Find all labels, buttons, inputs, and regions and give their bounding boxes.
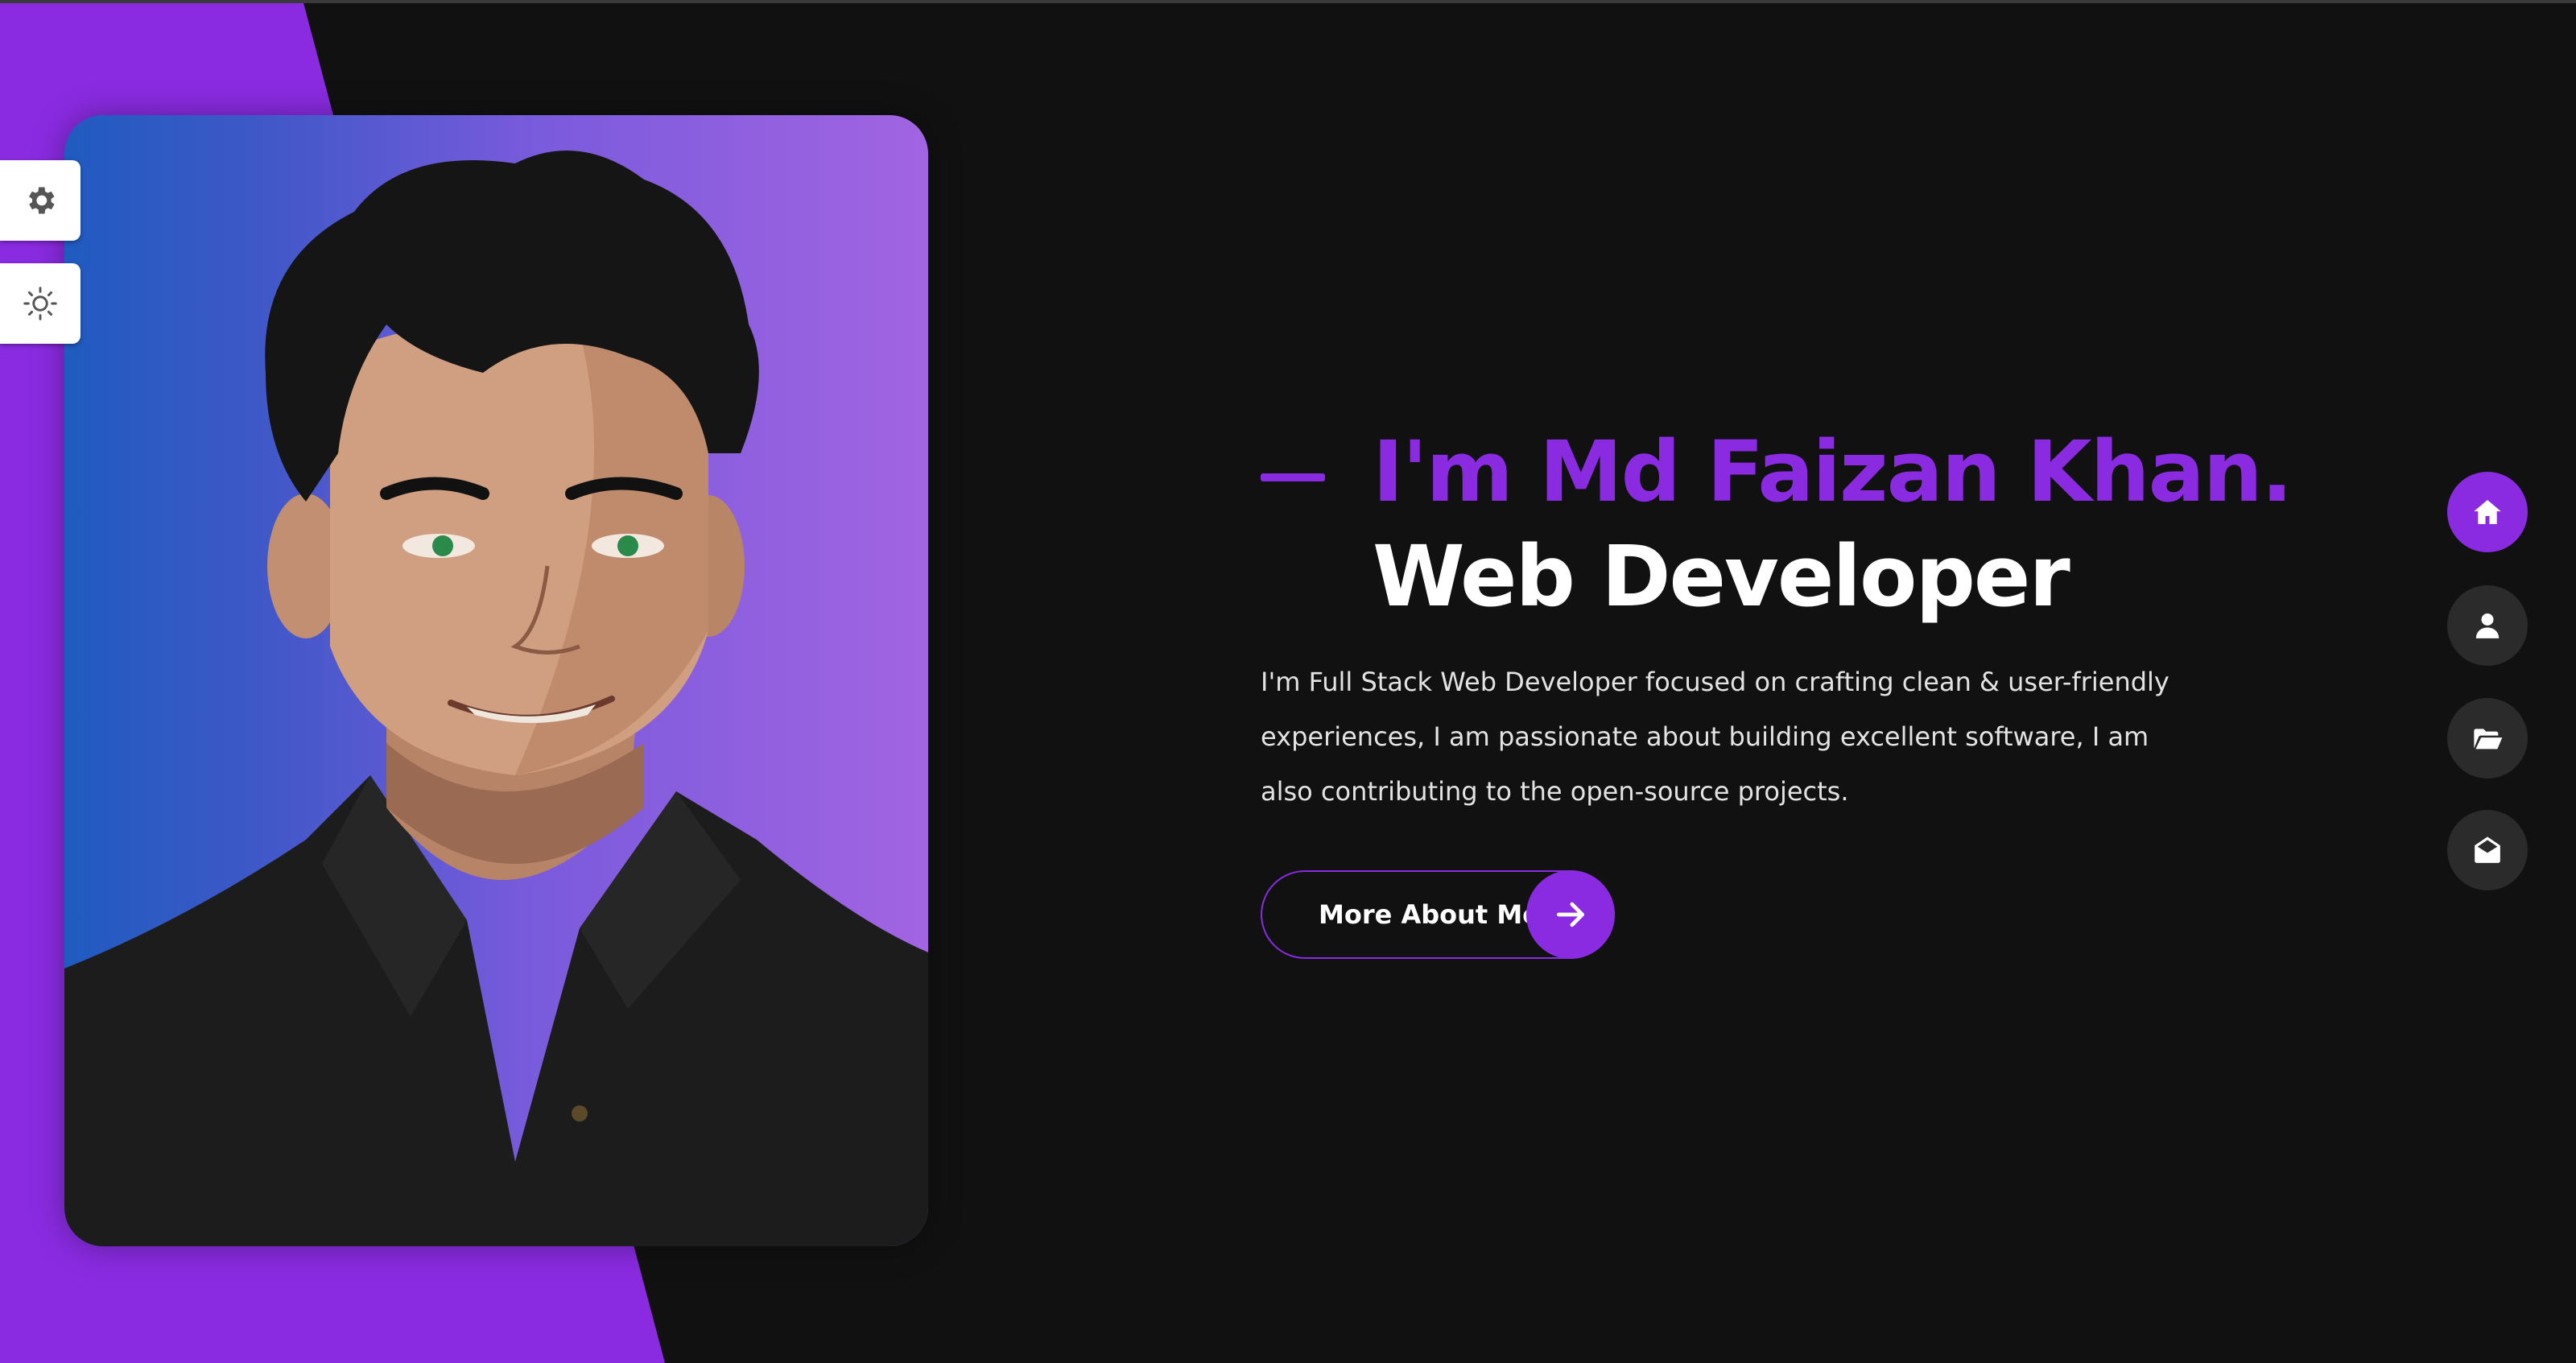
hero-name-heading: I'm Md Faizan Khan. [1373,423,2293,521]
nav-portfolio-button[interactable] [2447,698,2528,779]
hero-role-heading: Web Developer [1373,527,2070,626]
user-icon [2475,613,2500,638]
window-top-border [0,0,2576,3]
portrait-illustration [64,151,928,1246]
sun-icon [23,287,57,320]
nav-about-button[interactable] [2447,585,2528,666]
folder-open-icon [2474,729,2503,750]
cta-label: More About Me [1319,899,1540,930]
nav-home-button[interactable] [2447,472,2528,552]
theme-toggle-button[interactable] [0,263,80,344]
envelope-open-icon [2475,836,2500,863]
more-about-me-button[interactable]: More About Me [1261,870,1615,959]
cta-arrow-circle [1526,870,1615,959]
arrow-right-icon [1556,902,1585,927]
home-icon [2474,500,2501,524]
profile-portrait [64,115,928,1246]
nav-contact-button[interactable] [2447,810,2528,890]
heading-accent-line [1261,473,1325,481]
settings-button[interactable] [0,160,80,241]
hero-description: I'm Full Stack Web Developer focused on … [1261,667,2169,807]
gear-icon [29,187,55,214]
